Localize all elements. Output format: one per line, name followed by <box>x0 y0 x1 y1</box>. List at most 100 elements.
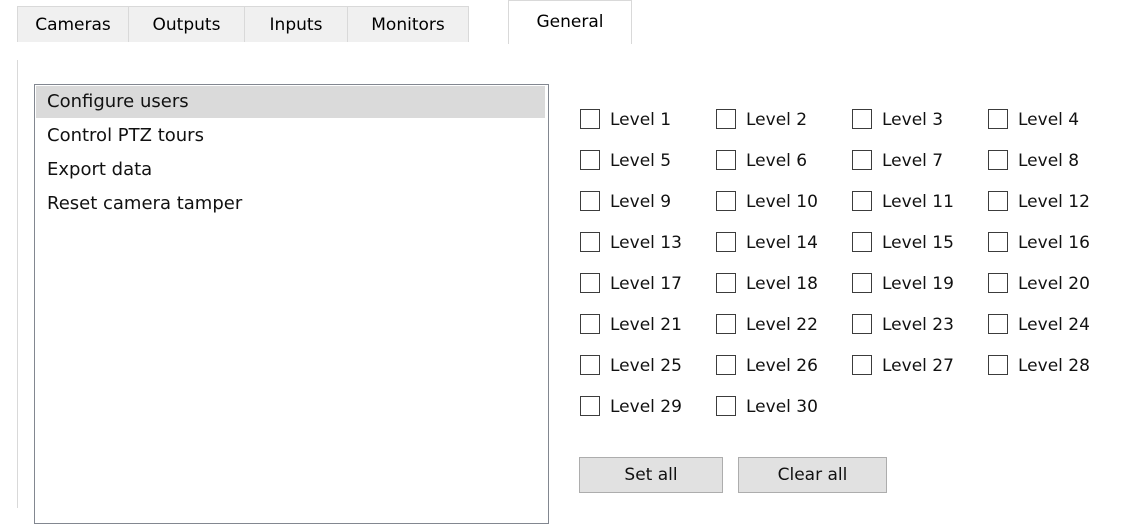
set-all-button[interactable]: Set all <box>579 457 723 493</box>
level-3-checkbox-item[interactable]: Level 3 <box>852 107 977 133</box>
level-25-checkbox-item[interactable]: Level 25 <box>580 353 705 379</box>
checkbox-label: Level 27 <box>882 356 954 376</box>
checkbox-label: Level 9 <box>610 192 672 212</box>
checkbox-label: Level 19 <box>882 274 954 294</box>
level-16-checkbox-item[interactable]: Level 16 <box>988 230 1113 256</box>
level-27-checkbox-item[interactable]: Level 27 <box>852 353 977 379</box>
checkbox-label: Level 12 <box>1018 192 1090 212</box>
checkbox-label: Level 5 <box>610 151 672 171</box>
checkbox-label: Level 2 <box>746 110 808 130</box>
level-10-checkbox-item[interactable]: Level 10 <box>716 189 841 215</box>
checkbox-label: Level 17 <box>610 274 682 294</box>
checkbox-label: Level 29 <box>610 397 682 417</box>
checkbox[interactable] <box>716 109 736 129</box>
checkbox-label: Level 1 <box>610 110 672 130</box>
checkbox-label: Level 6 <box>746 151 808 171</box>
checkbox[interactable] <box>716 273 736 293</box>
checkbox-label: Level 7 <box>882 151 944 171</box>
clear-all-button[interactable]: Clear all <box>738 457 887 493</box>
level-12-checkbox-item[interactable]: Level 12 <box>988 189 1113 215</box>
tab-general[interactable]: General <box>508 0 632 44</box>
checkbox[interactable] <box>716 396 736 416</box>
checkbox[interactable] <box>852 109 872 129</box>
level-8-checkbox-item[interactable]: Level 8 <box>988 148 1113 174</box>
checkbox-label: Level 26 <box>746 356 818 376</box>
checkbox[interactable] <box>716 191 736 211</box>
checkbox-label: Level 21 <box>610 315 682 335</box>
checkbox[interactable] <box>716 314 736 334</box>
checkbox[interactable] <box>716 150 736 170</box>
checkbox-label: Level 25 <box>610 356 682 376</box>
checkbox[interactable] <box>580 150 600 170</box>
level-19-checkbox-item[interactable]: Level 19 <box>852 271 977 297</box>
checkbox-label: Level 30 <box>746 397 818 417</box>
level-23-checkbox-item[interactable]: Level 23 <box>852 312 977 338</box>
checkbox-label: Level 28 <box>1018 356 1090 376</box>
level-29-checkbox-item[interactable]: Level 29 <box>580 394 705 420</box>
level-14-checkbox-item[interactable]: Level 14 <box>716 230 841 256</box>
level-1-checkbox-item[interactable]: Level 1 <box>580 107 705 133</box>
checkbox[interactable] <box>988 109 1008 129</box>
checkbox[interactable] <box>580 191 600 211</box>
list-item-configure-users[interactable]: Configure users <box>36 86 545 118</box>
level-9-checkbox-item[interactable]: Level 9 <box>580 189 705 215</box>
checkbox[interactable] <box>852 150 872 170</box>
checkbox-label: Level 18 <box>746 274 818 294</box>
level-11-checkbox-item[interactable]: Level 11 <box>852 189 977 215</box>
checkbox[interactable] <box>580 273 600 293</box>
checkbox[interactable] <box>988 314 1008 334</box>
level-2-checkbox-item[interactable]: Level 2 <box>716 107 841 133</box>
checkbox-label: Level 15 <box>882 233 954 253</box>
checkbox-label: Level 22 <box>746 315 818 335</box>
level-18-checkbox-item[interactable]: Level 18 <box>716 271 841 297</box>
checkbox[interactable] <box>716 355 736 375</box>
level-13-checkbox-item[interactable]: Level 13 <box>580 230 705 256</box>
level-6-checkbox-item[interactable]: Level 6 <box>716 148 841 174</box>
tab-inputs[interactable]: Inputs <box>244 6 348 42</box>
level-20-checkbox-item[interactable]: Level 20 <box>988 271 1113 297</box>
checkbox[interactable] <box>988 232 1008 252</box>
checkbox-label: Level 23 <box>882 315 954 335</box>
level-24-checkbox-item[interactable]: Level 24 <box>988 312 1113 338</box>
level-26-checkbox-item[interactable]: Level 26 <box>716 353 841 379</box>
tab-monitors[interactable]: Monitors <box>347 6 469 42</box>
checkbox[interactable] <box>580 355 600 375</box>
checkbox-label: Level 14 <box>746 233 818 253</box>
level-17-checkbox-item[interactable]: Level 17 <box>580 271 705 297</box>
level-30-checkbox-item[interactable]: Level 30 <box>716 394 841 420</box>
checkbox[interactable] <box>580 232 600 252</box>
checkbox[interactable] <box>988 273 1008 293</box>
permissions-list[interactable]: Configure users Control PTZ tours Export… <box>34 84 549 524</box>
checkbox-label: Level 13 <box>610 233 682 253</box>
checkbox[interactable] <box>852 355 872 375</box>
level-21-checkbox-item[interactable]: Level 21 <box>580 312 705 338</box>
level-22-checkbox-item[interactable]: Level 22 <box>716 312 841 338</box>
checkbox[interactable] <box>580 314 600 334</box>
checkbox-label: Level 10 <box>746 192 818 212</box>
checkbox[interactable] <box>852 314 872 334</box>
level-15-checkbox-item[interactable]: Level 15 <box>852 230 977 256</box>
tab-outputs[interactable]: Outputs <box>128 6 245 42</box>
checkbox-label: Level 4 <box>1018 110 1080 130</box>
checkbox-label: Level 3 <box>882 110 944 130</box>
level-5-checkbox-item[interactable]: Level 5 <box>580 148 705 174</box>
checkbox[interactable] <box>580 396 600 416</box>
checkbox-label: Level 24 <box>1018 315 1090 335</box>
level-28-checkbox-item[interactable]: Level 28 <box>988 353 1113 379</box>
checkbox[interactable] <box>988 191 1008 211</box>
checkbox[interactable] <box>852 191 872 211</box>
checkbox-label: Level 20 <box>1018 274 1090 294</box>
list-item-reset-camera-tamper[interactable]: Reset camera tamper <box>36 188 545 220</box>
checkbox[interactable] <box>852 232 872 252</box>
list-item-control-ptz-tours[interactable]: Control PTZ tours <box>36 120 545 152</box>
level-4-checkbox-item[interactable]: Level 4 <box>988 107 1113 133</box>
checkbox[interactable] <box>716 232 736 252</box>
checkbox[interactable] <box>988 355 1008 375</box>
list-item-export-data[interactable]: Export data <box>36 154 545 186</box>
checkbox[interactable] <box>580 109 600 129</box>
checkbox[interactable] <box>988 150 1008 170</box>
checkbox[interactable] <box>852 273 872 293</box>
checkbox-label: Level 16 <box>1018 233 1090 253</box>
level-7-checkbox-item[interactable]: Level 7 <box>852 148 977 174</box>
tab-cameras[interactable]: Cameras <box>17 6 129 42</box>
